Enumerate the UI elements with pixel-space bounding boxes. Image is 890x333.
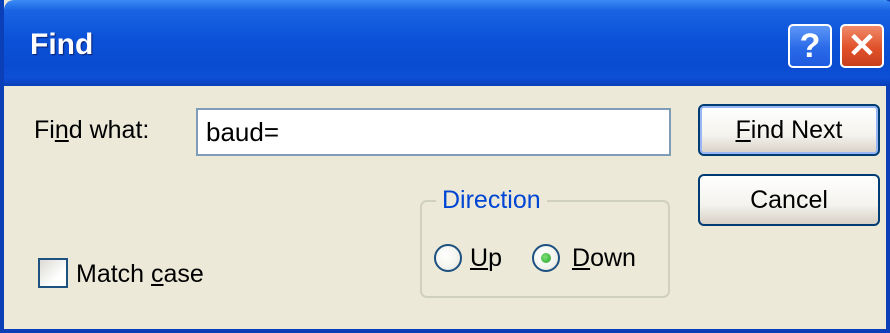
find-dialog: Find ? ✕ Find what: baud= Find Next Canc…: [0, 0, 890, 333]
direction-label: Direction: [436, 186, 547, 215]
find-what-label: Find what:: [34, 116, 150, 144]
find-what-value: baud=: [206, 117, 280, 147]
cancel-button[interactable]: Cancel: [698, 174, 880, 226]
match-case-checkbox[interactable]: [38, 258, 68, 288]
radio-down[interactable]: [532, 244, 560, 272]
close-icon: ✕: [847, 27, 877, 65]
radio-up[interactable]: [434, 244, 462, 272]
radio-down-label[interactable]: Down: [572, 244, 636, 273]
help-icon: ?: [799, 26, 821, 65]
close-button[interactable]: ✕: [840, 24, 884, 68]
title-bar[interactable]: Find ? ✕: [4, 0, 890, 86]
radio-up-label[interactable]: Up: [470, 244, 502, 273]
find-next-label: Find Next: [735, 115, 843, 144]
find-next-button[interactable]: Find Next: [698, 104, 880, 156]
match-case-label[interactable]: Match case: [76, 260, 204, 289]
cancel-label: Cancel: [750, 185, 828, 214]
radio-selected-dot-icon: [541, 253, 551, 263]
find-what-input[interactable]: baud=: [196, 108, 671, 156]
help-button[interactable]: ?: [788, 24, 832, 68]
window-title: Find: [30, 28, 94, 61]
